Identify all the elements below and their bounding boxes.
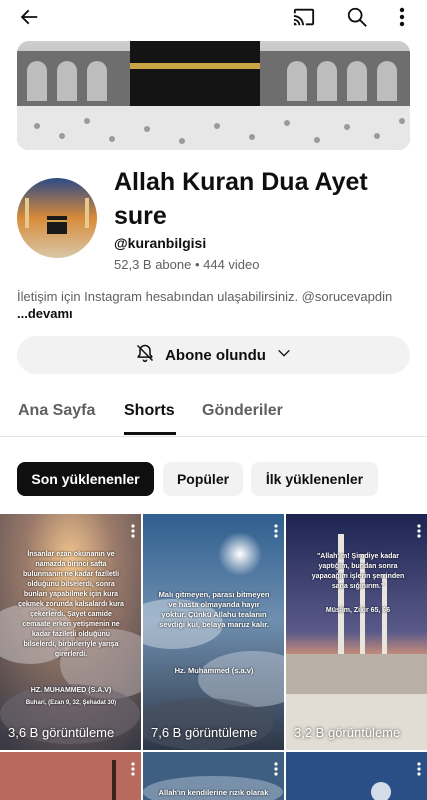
cast-icon[interactable] — [289, 3, 319, 31]
active-tab-indicator — [124, 432, 176, 435]
tab-home[interactable]: Ana Sayfa — [18, 402, 95, 420]
short-caption: Hz. Muhammed (s.a.v) — [174, 666, 254, 675]
more-vertical-icon[interactable] — [417, 762, 421, 781]
short-views: 3,2 B görüntüleme — [294, 725, 401, 740]
channel-stats: 52,3 B abone • 444 video — [114, 257, 260, 272]
more-link[interactable]: ...devamı — [17, 306, 73, 321]
tab-shorts[interactable]: Shorts — [124, 402, 175, 420]
channel-avatar[interactable] — [17, 178, 97, 258]
description-text: İletişim için Instagram hesabından ulaşa… — [17, 289, 393, 304]
chip-latest[interactable]: Son yüklenenler — [17, 462, 154, 496]
more-vertical-icon[interactable] — [274, 762, 278, 781]
more-vertical-icon[interactable] — [131, 762, 135, 781]
back-arrow-icon[interactable] — [14, 3, 44, 31]
channel-handle: @kuranbilgisi — [114, 235, 207, 251]
short-views: 3,6 B görüntüleme — [8, 725, 115, 740]
channel-name: Allah Kuran Dua Ayet sure — [114, 168, 368, 230]
subscribed-button[interactable]: Abone olundu — [17, 336, 410, 374]
more-vertical-icon[interactable] — [388, 3, 416, 31]
short-item[interactable] — [286, 752, 427, 800]
channel-tabs: Ana Sayfa Shorts Gönderiler — [0, 396, 427, 437]
short-text: İnsanlar ezan okunanın ve namazda birinc… — [18, 551, 124, 658]
top-app-bar — [0, 0, 427, 34]
short-caption: Müslim, Zikir 65, 66 — [325, 607, 391, 614]
subscribed-label: Abone olundu — [165, 346, 266, 364]
short-item[interactable] — [0, 752, 141, 800]
short-views: 7,6 B görüntüleme — [151, 725, 258, 740]
short-item[interactable]: Malı gitmeyen, parası bitmeyen ve hasta … — [143, 514, 284, 750]
chip-oldest[interactable]: İlk yüklenenler — [251, 462, 378, 496]
short-source: Buhari, (Ezan 9, 32, Şehadat 30) — [25, 700, 117, 706]
short-text: Malı gitmeyen, parası bitmeyen ve hasta … — [158, 590, 270, 629]
chip-popular[interactable]: Popüler — [163, 462, 243, 496]
short-item[interactable]: Allah'ın kendilerine rızık olarak — [143, 752, 284, 800]
search-icon[interactable] — [342, 3, 372, 31]
more-vertical-icon[interactable] — [274, 524, 278, 543]
short-item[interactable]: "Allah'ım! Şimdiye kadar yaptığım, bunda… — [286, 514, 427, 750]
channel-description[interactable]: İletişim için Instagram hesabından ulaşa… — [17, 288, 407, 322]
channel-banner — [17, 41, 410, 150]
more-vertical-icon[interactable] — [417, 524, 421, 543]
short-item[interactable]: İnsanlar ezan okunanın ve namazda birinc… — [0, 514, 141, 750]
chevron-down-icon — [276, 345, 292, 365]
bell-off-icon — [135, 343, 155, 367]
tab-posts[interactable]: Gönderiler — [202, 402, 283, 420]
short-text: "Allah'ım! Şimdiye kadar yaptığım, bunda… — [311, 553, 405, 590]
short-caption: HZ. MUHAMMED (S.A.V) — [30, 687, 112, 694]
short-text: Allah'ın kendilerine rızık olarak — [158, 788, 269, 797]
more-vertical-icon[interactable] — [131, 524, 135, 543]
